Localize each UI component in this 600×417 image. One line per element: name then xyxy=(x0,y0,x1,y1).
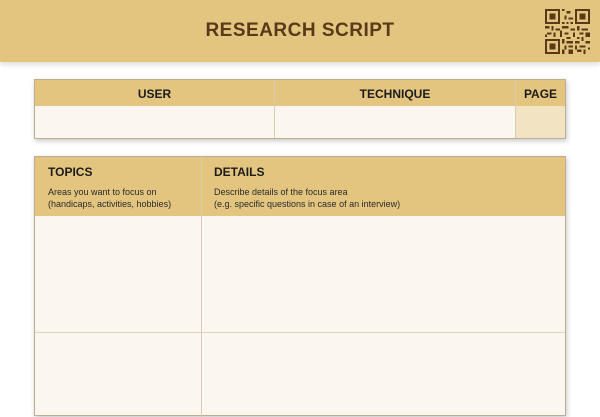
technique-field[interactable] xyxy=(274,106,516,138)
details-cell[interactable] xyxy=(202,333,565,415)
page-field[interactable] xyxy=(516,106,565,138)
topics-hint-line: (handicaps, activities, hobbies) xyxy=(48,199,172,209)
column-divider xyxy=(274,80,275,138)
page-title: RESEARCH SCRIPT xyxy=(205,20,395,41)
topic-cell[interactable] xyxy=(35,216,201,332)
topics-column-hint: Areas you want to focus on (handicaps, a… xyxy=(48,186,198,210)
topics-column-title: TOPICS xyxy=(48,165,93,179)
page-column-header: PAGE xyxy=(523,87,558,101)
topics-hint-line: Areas you want to focus on xyxy=(48,187,157,197)
column-divider xyxy=(515,80,516,138)
details-hint-line: Describe details of the focus area xyxy=(214,187,348,197)
meta-table: USER TECHNIQUE PAGE xyxy=(34,79,566,139)
qr-code-icon xyxy=(545,9,590,54)
user-field[interactable] xyxy=(35,106,274,138)
topics-details-table: TOPICS Areas you want to focus on (handi… xyxy=(34,156,566,417)
topic-cell[interactable] xyxy=(35,333,201,415)
details-column-hint: Describe details of the focus area (e.g.… xyxy=(214,186,554,210)
details-cell[interactable] xyxy=(202,216,565,332)
user-column-header: USER xyxy=(137,87,172,101)
technique-column-header: TECHNIQUE xyxy=(359,87,431,101)
details-hint-line: (e.g. specific questions in case of an i… xyxy=(214,199,401,209)
details-column-title: DETAILS xyxy=(214,165,265,179)
